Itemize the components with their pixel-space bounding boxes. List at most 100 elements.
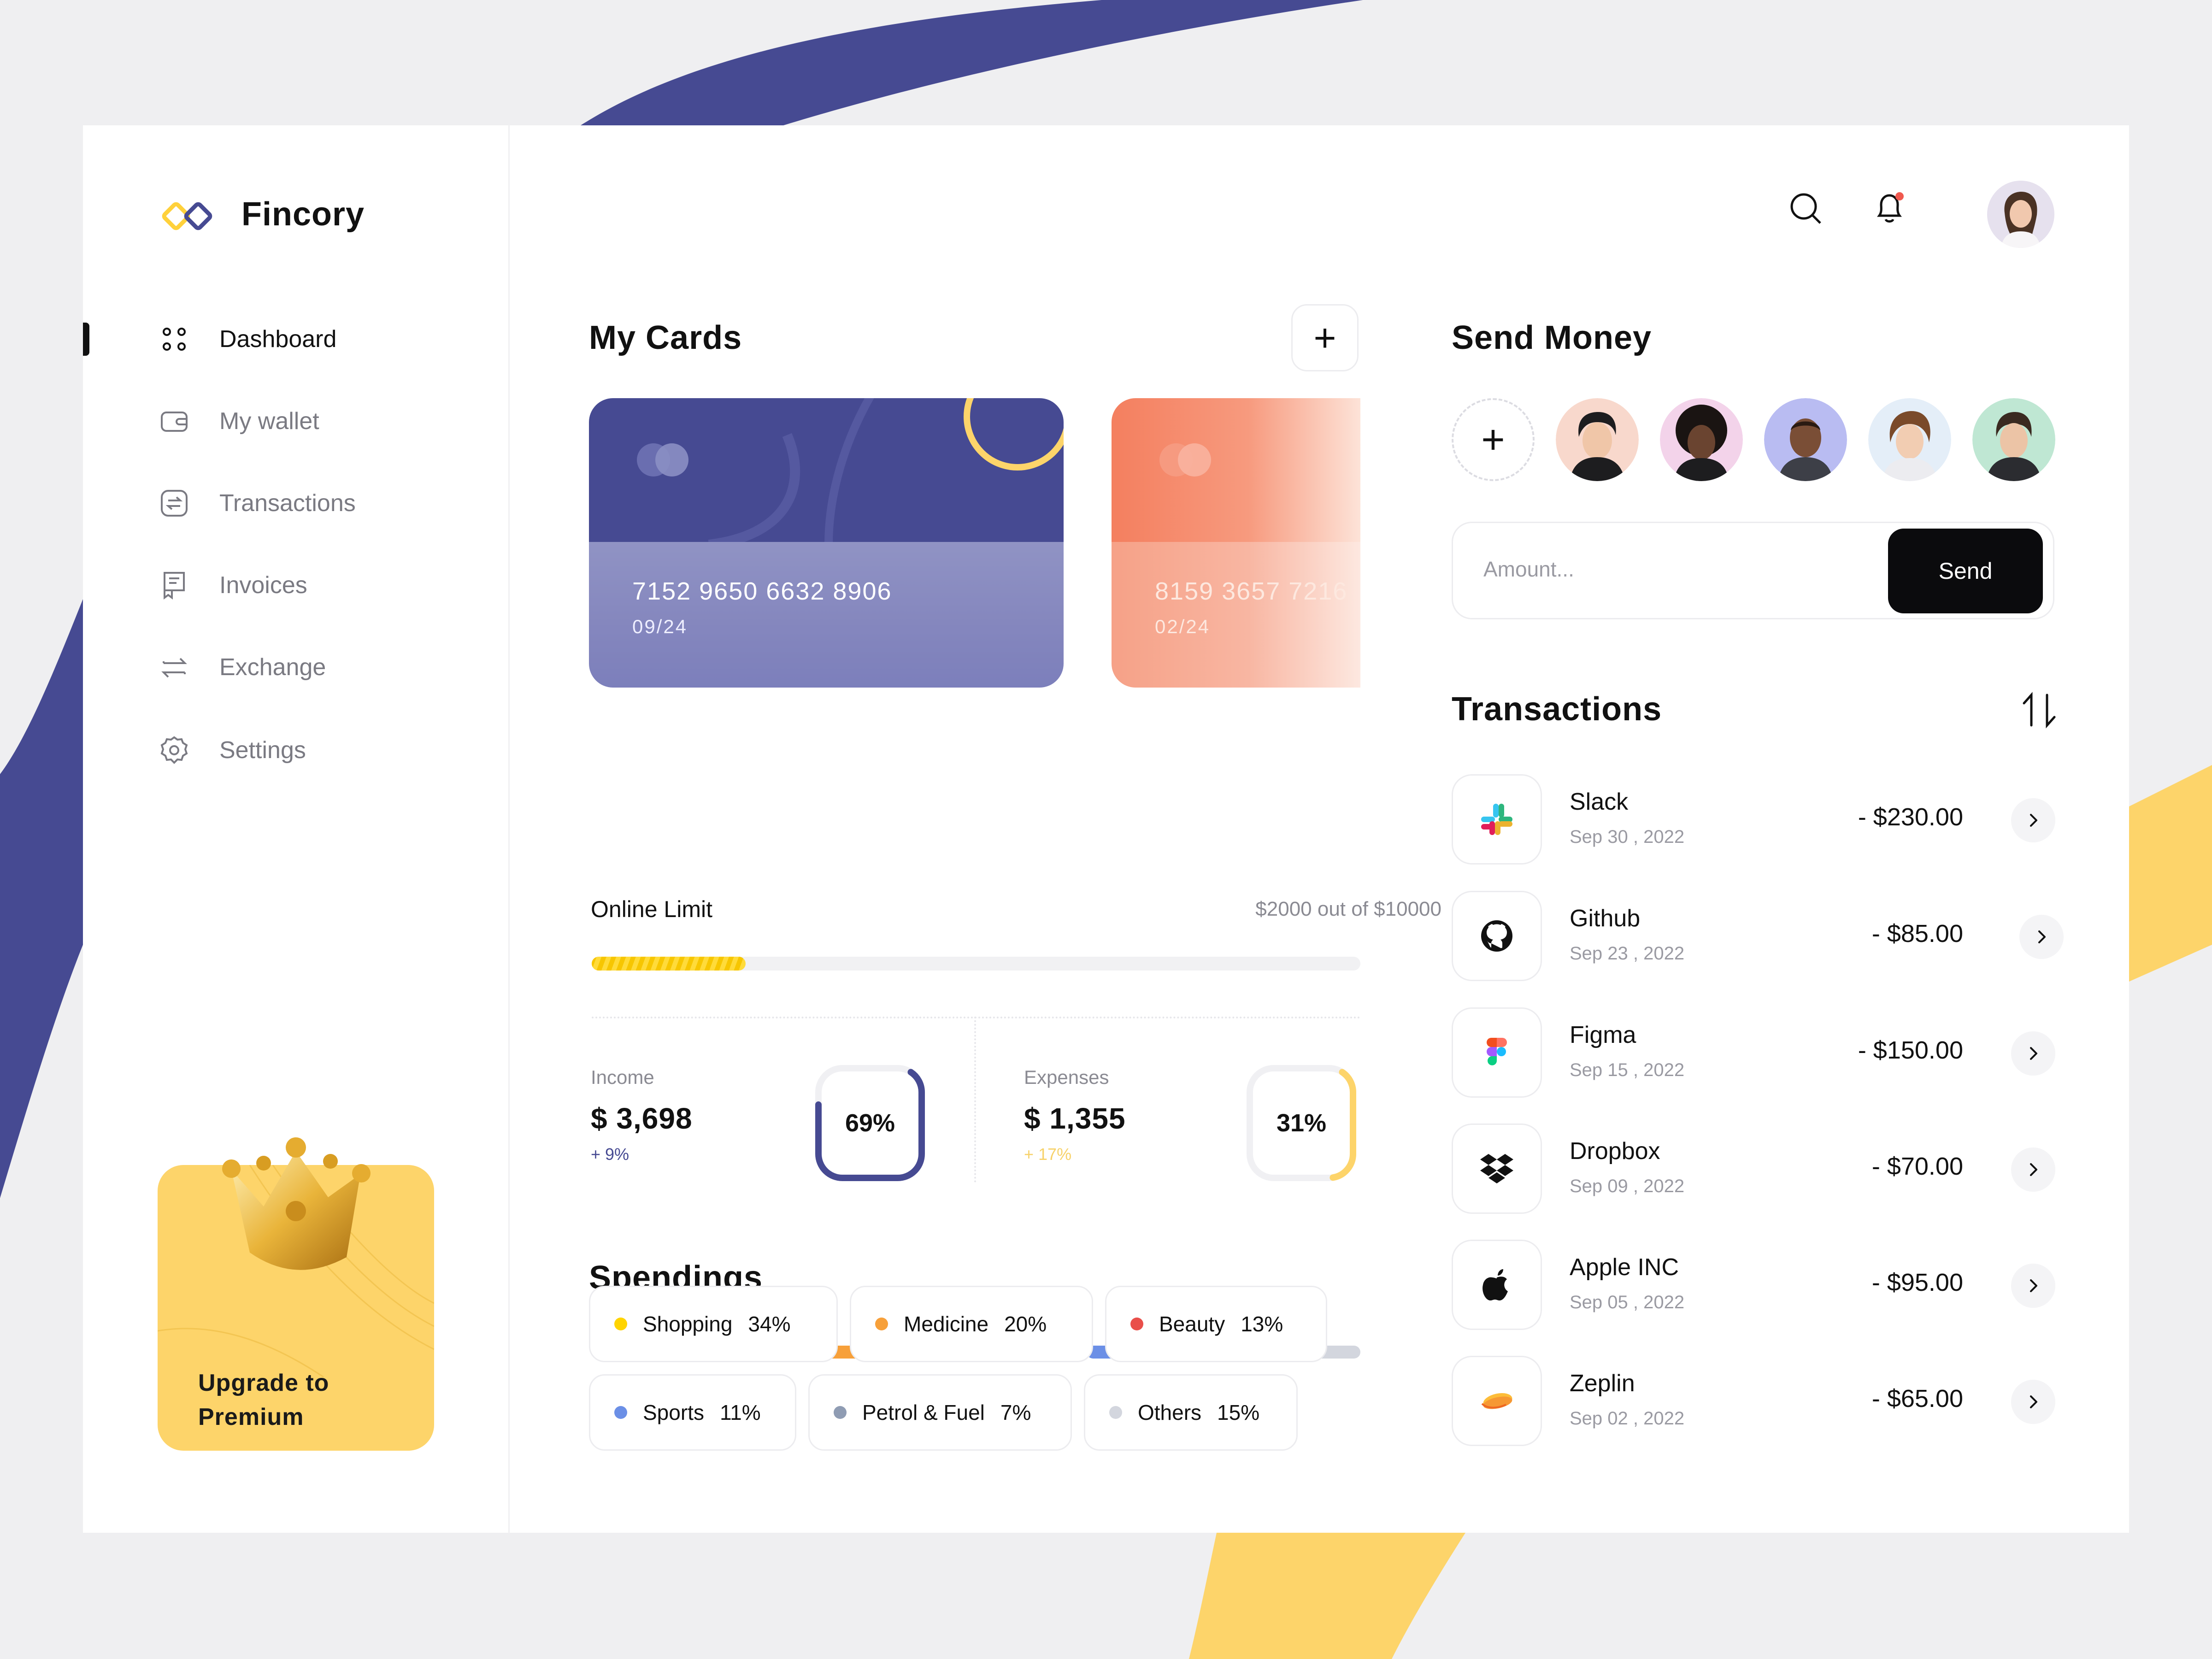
spending-chip-sports[interactable]: Sports 11% [589, 1374, 796, 1451]
chip-label: Shopping [643, 1312, 733, 1336]
expenses-delta: + 17% [1024, 1145, 1072, 1164]
search-icon [1790, 193, 1821, 224]
active-indicator [83, 323, 89, 356]
bell-icon [1877, 192, 1904, 223]
transaction-row[interactable]: Github Sep 23 , 2022 - $85.00 [1452, 891, 2065, 983]
chevron-right-icon [2038, 930, 2046, 943]
chip-label: Others [1138, 1400, 1202, 1424]
transaction-row[interactable]: Zeplin Sep 02 , 2022 - $65.00 [1452, 1356, 2065, 1448]
transaction-details-button[interactable] [2011, 1147, 2055, 1192]
contact-avatar[interactable] [1764, 398, 1847, 481]
transaction-row[interactable]: Apple INC Sep 05 , 2022 - $95.00 [1452, 1240, 2065, 1332]
legend-dot [875, 1318, 888, 1330]
wallet-icon [157, 404, 192, 439]
expenses-value: $ 1,355 [1024, 1102, 1126, 1135]
notifications-button[interactable] [1866, 185, 1912, 231]
transaction-row[interactable]: Slack Sep 30 , 2022 - $230.00 [1452, 774, 2065, 866]
spending-chip-others[interactable]: Others 15% [1084, 1374, 1298, 1451]
slack-icon [1481, 804, 1512, 835]
add-contact-button[interactable]: + [1452, 398, 1535, 481]
transaction-date: Sep 23 , 2022 [1570, 943, 1685, 964]
divider [974, 1017, 976, 1182]
transaction-details-button[interactable] [2011, 798, 2055, 842]
dropbox-icon [1480, 1154, 1513, 1183]
sidebar-item-label: Settings [219, 737, 306, 764]
chip-label: Beauty [1159, 1312, 1225, 1336]
transactions-title: Transactions [1452, 691, 1662, 728]
sidebar-item-label: Exchange [219, 654, 326, 681]
transaction-logo [1452, 1356, 1542, 1446]
zeplin-icon [1481, 1393, 1512, 1409]
card-number: 8159 3657 7216 [1155, 577, 1348, 605]
sidebar-item-dashboard[interactable]: Dashboard [157, 316, 452, 362]
sidebar-item-label: Invoices [219, 572, 307, 599]
sidebar-item-transactions[interactable]: Transactions [157, 480, 452, 526]
spending-chip-medicine[interactable]: Medicine 20% [850, 1286, 1093, 1362]
add-card-button[interactable]: + [1291, 304, 1359, 371]
transaction-details-button[interactable] [2011, 1264, 2055, 1308]
amount-input[interactable] [1483, 546, 1852, 592]
logo-icon [162, 202, 212, 230]
search-button[interactable] [1783, 185, 1829, 231]
sidebar-item-label: Transactions [219, 490, 356, 517]
github-icon [1481, 920, 1512, 952]
chip-percent: 13% [1241, 1312, 1283, 1336]
transaction-logo [1452, 774, 1542, 865]
online-limit-label: Online Limit [591, 896, 712, 922]
expenses-percent: 31% [1276, 1109, 1327, 1137]
expenses-label: Expenses [1024, 1066, 1109, 1088]
card-expiry: 02/24 [1155, 616, 1211, 637]
upgrade-premium-card[interactable]: Upgrade to Premium [158, 1137, 434, 1451]
transaction-row[interactable]: Figma Sep 15 , 2022 - $150.00 [1452, 1007, 2065, 1100]
grid-icon [157, 322, 192, 357]
chevron-right-icon [2030, 1279, 2037, 1292]
income-percent: 69% [845, 1109, 895, 1137]
sidebar-item-exchange[interactable]: Exchange [157, 644, 452, 690]
chip-percent: 7% [1000, 1400, 1031, 1424]
sort-icon[interactable] [2018, 689, 2060, 731]
transaction-name: Github [1570, 905, 1641, 932]
transaction-details-button[interactable] [2011, 1031, 2055, 1076]
divider [592, 1017, 1360, 1018]
transaction-logo [1452, 891, 1542, 981]
transaction-name: Figma [1570, 1022, 1636, 1048]
transaction-details-button[interactable] [2019, 915, 2064, 959]
sidebar: Fincory Dashboard My wallet Transactions… [83, 125, 510, 1533]
contact-avatar[interactable] [1660, 398, 1743, 481]
legend-dot [1130, 1318, 1143, 1330]
send-money-title: Send Money [1452, 319, 1652, 356]
sidebar-item-my-wallet[interactable]: My wallet [157, 398, 452, 444]
transaction-logo [1452, 1240, 1542, 1330]
contact-avatar[interactable] [1868, 398, 1951, 481]
transaction-row[interactable]: Dropbox Sep 09 , 2022 - $70.00 [1452, 1124, 2065, 1216]
sidebar-item-label: My wallet [219, 408, 319, 435]
transaction-amount: - $65.00 [1871, 1385, 1963, 1412]
transaction-date: Sep 05 , 2022 [1570, 1292, 1685, 1312]
expenses-ring: 31% [1246, 1065, 1357, 1182]
chip-label: Medicine [904, 1312, 989, 1336]
income-value: $ 3,698 [591, 1102, 693, 1135]
upgrade-premium-label: Upgrade to Premium [198, 1370, 329, 1430]
chevron-right-icon [2030, 814, 2037, 827]
sidebar-item-invoices[interactable]: Invoices [157, 562, 452, 608]
credit-card-secondary[interactable]: 8159 3657 7216 02/24 [1112, 398, 1360, 688]
transaction-amount: - $85.00 [1871, 920, 1963, 947]
credit-card-primary[interactable]: 7152 9650 6632 8906 09/24 [589, 398, 1064, 688]
apple-icon [1483, 1269, 1508, 1300]
chevron-right-icon [2030, 1163, 2037, 1176]
transfer-icon [157, 486, 192, 521]
spending-chip-petrol-fuel[interactable]: Petrol & Fuel 7% [808, 1374, 1072, 1451]
spending-chip-beauty[interactable]: Beauty 13% [1105, 1286, 1327, 1362]
contact-avatar[interactable] [1972, 398, 2055, 481]
spending-chip-shopping[interactable]: Shopping 34% [589, 1286, 838, 1362]
chip-label: Petrol & Fuel [862, 1400, 985, 1424]
card-bottom-face [1112, 542, 1360, 688]
sidebar-item-settings[interactable]: Settings [157, 727, 452, 773]
send-button[interactable]: Send [1888, 529, 2043, 613]
contact-avatar[interactable] [1556, 398, 1639, 481]
transaction-date: Sep 15 , 2022 [1570, 1060, 1685, 1080]
transaction-details-button[interactable] [2011, 1380, 2055, 1424]
user-avatar[interactable] [1987, 181, 2054, 248]
card-top-face [589, 398, 1064, 545]
transaction-name: Apple INC [1570, 1254, 1679, 1281]
